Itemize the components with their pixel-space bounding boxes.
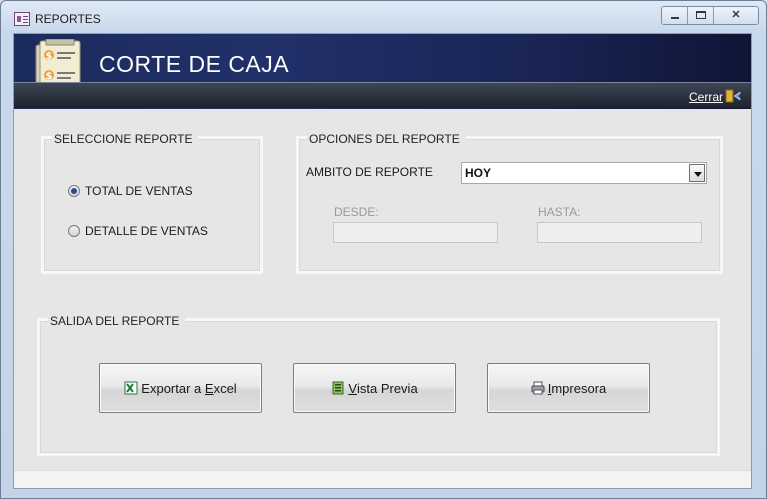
preview-label-post: ista Previa — [356, 380, 418, 396]
svg-text:$: $ — [46, 71, 53, 82]
export-excel-button[interactable]: Exportar a Excel — [99, 363, 262, 413]
close-button[interactable]: ✕ — [714, 7, 758, 24]
window-controls: ✕ — [661, 6, 759, 25]
client-area: $ $ CORTE DE CAJA Cerrar SELECCIONE REPO… — [13, 33, 752, 489]
minimize-icon — [671, 17, 679, 19]
close-link[interactable]: Cerrar — [689, 90, 723, 104]
preview-button[interactable]: Vista Previa — [293, 363, 456, 413]
restore-button[interactable] — [688, 7, 714, 24]
printer-button[interactable]: Impresora — [487, 363, 650, 413]
from-label: DESDE: — [334, 205, 379, 219]
radio-label: DETALLE DE VENTAS — [85, 224, 208, 238]
export-excel-label-post: xcel — [213, 380, 237, 396]
report-selection-group: SELECCIONE REPORTE TOTAL DE VENTAS DETAL… — [41, 131, 263, 274]
report-options-label: OPCIONES DEL REPORTE — [307, 131, 466, 147]
report-output-label: SALIDA DEL REPORTE — [48, 313, 186, 329]
to-date-field[interactable] — [537, 222, 702, 243]
chevron-down-icon[interactable] — [689, 164, 705, 182]
export-excel-accel: E — [204, 380, 214, 396]
scope-value: HOY — [465, 166, 492, 180]
from-date-field[interactable] — [333, 222, 498, 243]
report-options-group: OPCIONES DEL REPORTE AMBITO DE REPORTE H… — [296, 131, 723, 274]
to-label: HASTA: — [538, 205, 581, 219]
preview-icon — [332, 381, 344, 395]
radio-label: TOTAL DE VENTAS — [85, 184, 193, 198]
exit-door-icon[interactable] — [725, 89, 741, 103]
printer-label-post: mpresora — [551, 380, 607, 396]
radio-total-ventas[interactable]: TOTAL DE VENTAS — [68, 184, 193, 198]
scope-select[interactable]: HOY — [461, 162, 707, 184]
preview-accel: V — [348, 380, 357, 396]
radio-button[interactable] — [68, 225, 80, 237]
title-bar: REPORTES ✕ — [1, 1, 766, 31]
header-band — [14, 82, 751, 108]
report-selection-label: SELECCIONE REPORTE — [52, 131, 199, 147]
excel-icon — [124, 381, 138, 395]
window: REPORTES ✕ $ $ CORTE DE CAJA Cerrar SELE… — [0, 0, 767, 499]
page-title: CORTE DE CAJA — [99, 51, 290, 77]
minimize-button[interactable] — [662, 7, 688, 24]
report-header: $ $ CORTE DE CAJA Cerrar — [14, 34, 751, 109]
radio-button[interactable] — [68, 185, 80, 197]
status-strip — [14, 470, 751, 488]
close-icon: ✕ — [731, 9, 741, 21]
report-output-group: SALIDA DEL REPORTE Exportar a Excel Vist… — [37, 313, 720, 456]
restore-icon — [696, 11, 706, 19]
export-excel-label-pre: Exportar a — [141, 380, 205, 396]
form-icon — [14, 12, 30, 26]
scope-label: AMBITO DE REPORTE — [306, 165, 433, 179]
radio-detalle-ventas[interactable]: DETALLE DE VENTAS — [68, 224, 208, 238]
window-title: REPORTES — [35, 12, 101, 26]
svg-text:$: $ — [46, 51, 53, 62]
printer-icon — [531, 381, 545, 395]
